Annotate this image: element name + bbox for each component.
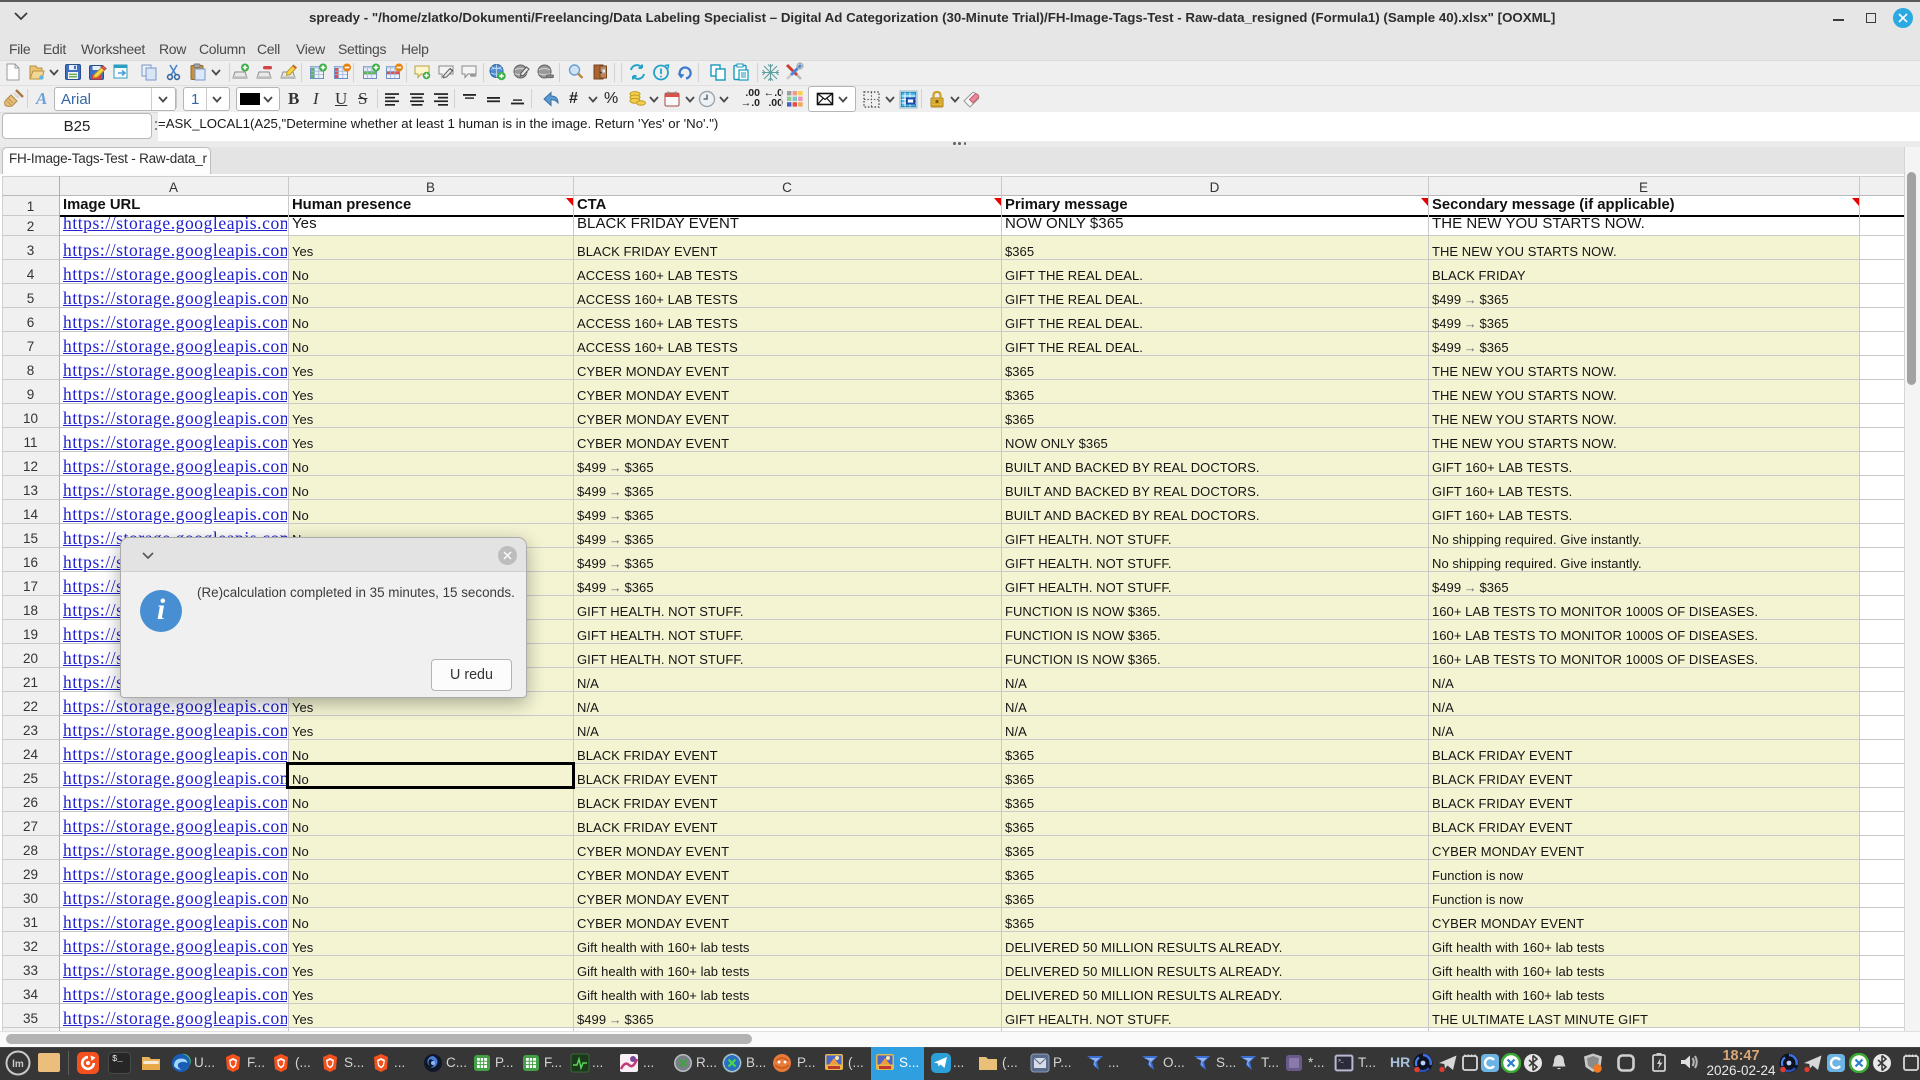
svg-text:lm: lm <box>12 1059 24 1070</box>
svg-text:>_: >_ <box>1338 1058 1344 1064</box>
